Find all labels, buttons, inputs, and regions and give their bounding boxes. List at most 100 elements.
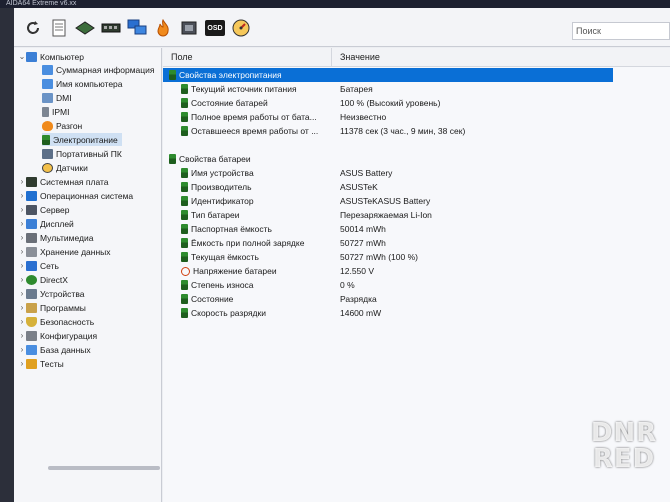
tree-item-display[interactable]: › Дисплей — [18, 217, 74, 230]
table-row[interactable]: Оставшееся время работы от ... 11378 сек… — [163, 124, 670, 138]
tree-item-configuration[interactable]: › Конфигурация — [18, 329, 97, 342]
devices-icon — [26, 288, 37, 299]
tree-item-database[interactable]: › База данных — [18, 343, 91, 356]
row-field: Степень износа — [191, 280, 254, 290]
row-field: Производитель — [191, 182, 252, 192]
tree-item-label: Конфигурация — [40, 330, 98, 341]
tree-item-power[interactable]: Электропитание — [42, 133, 122, 146]
gauge-icon[interactable] — [230, 17, 252, 39]
row-value: 11378 сек (3 час., 9 мин, 38 сек) — [340, 126, 466, 136]
tree-item-label: Дисплей — [40, 218, 74, 229]
flame-icon — [42, 120, 53, 131]
tree-item-network[interactable]: › Сеть — [18, 259, 59, 272]
tree-item-label: Операционная система — [40, 190, 134, 201]
tree-item-ipmi[interactable]: IPMI — [42, 105, 69, 118]
table-row[interactable]: Имя устройства ASUS Battery — [163, 166, 670, 180]
tree-item-label: База данных — [40, 344, 91, 355]
table-row[interactable]: Ёмкость при полной зарядке 50727 mWh — [163, 236, 670, 250]
chevron-right-icon[interactable]: › — [18, 331, 26, 340]
section-header-power[interactable]: Свойства электропитания — [163, 68, 613, 82]
row-value: 14600 mW — [340, 308, 382, 318]
plug-icon — [181, 196, 188, 206]
motherboard-icon[interactable] — [74, 17, 96, 39]
chevron-right-icon[interactable]: › — [18, 345, 26, 354]
chevron-right-icon[interactable]: › — [18, 289, 26, 298]
tree-item-label: DMI — [56, 92, 72, 103]
table-row[interactable]: Напряжение батареи 12.550 V — [163, 264, 670, 278]
chip-icon[interactable] — [178, 17, 200, 39]
tree-item-multimedia[interactable]: › Мультимедиа — [18, 231, 93, 244]
chevron-right-icon[interactable]: › — [18, 261, 26, 270]
chevron-right-icon[interactable]: › — [18, 233, 26, 242]
tree-item-overclock[interactable]: Разгон — [42, 119, 82, 132]
osd-icon[interactable]: OSD — [204, 17, 226, 39]
tree-item-server[interactable]: › Сервер — [18, 203, 69, 216]
chevron-right-icon[interactable]: › — [18, 205, 26, 214]
tree-item-directx[interactable]: › DirectX — [18, 273, 68, 286]
row-value: 50727 mWh (100 %) — [340, 252, 418, 262]
section-header-battery[interactable]: Свойства батареи — [163, 152, 670, 166]
chevron-right-icon[interactable]: › — [18, 177, 26, 186]
tree-item-label: Портативный ПК — [56, 148, 122, 159]
row-field: Тип батареи — [191, 210, 240, 220]
computer-icon — [26, 51, 37, 62]
table-row[interactable]: Идентификатор ASUSTeKASUS Battery — [163, 194, 670, 208]
tree-item-label: Компьютер — [40, 51, 84, 62]
row-field: Скорость разрядки — [191, 308, 266, 318]
row-field: Напряжение батареи — [193, 266, 277, 276]
chevron-down-icon[interactable]: ⌄ — [18, 52, 26, 61]
tree-item-portable[interactable]: Портативный ПК — [42, 147, 122, 160]
tree-item-os[interactable]: › Операционная система — [18, 189, 133, 202]
row-field: Ёмкость при полной зарядке — [191, 238, 305, 248]
tree-item-tests[interactable]: › Тесты — [18, 357, 64, 370]
table-row[interactable]: Производитель ASUSTeK — [163, 180, 670, 194]
network-icon[interactable] — [126, 17, 148, 39]
table-row[interactable]: Состояние Разрядка — [163, 292, 670, 306]
column-value[interactable]: Значение — [340, 52, 380, 62]
chevron-right-icon[interactable]: › — [18, 219, 26, 228]
flame-icon[interactable] — [152, 17, 174, 39]
tree-item-motherboard[interactable]: › Системная плата — [18, 175, 109, 188]
table-row[interactable]: Состояние батарей 100 % (Высокий уровень… — [163, 96, 670, 110]
chevron-right-icon[interactable]: › — [18, 191, 26, 200]
chevron-right-icon[interactable]: › — [18, 303, 26, 312]
column-field[interactable]: Поле — [171, 52, 193, 62]
tree-item-security[interactable]: › Безопасность — [18, 315, 94, 328]
refresh-icon[interactable] — [22, 17, 44, 39]
tree-item-sensors[interactable]: Датчики — [42, 161, 88, 174]
plug-icon — [42, 134, 50, 145]
horizontal-scrollbar[interactable] — [48, 466, 160, 470]
column-divider[interactable] — [331, 48, 332, 66]
tree-item-programs[interactable]: › Программы — [18, 301, 86, 314]
row-value: Батарея — [340, 84, 373, 94]
table-row[interactable]: Полное время работы от бата... Неизвестн… — [163, 110, 670, 124]
chevron-right-icon[interactable]: › — [18, 359, 26, 368]
report-icon[interactable] — [48, 17, 70, 39]
tree-item-label: Хранение данных — [40, 246, 111, 257]
row-value: ASUS Battery — [340, 168, 393, 178]
table-row[interactable]: Скорость разрядки 14600 mW — [163, 306, 670, 320]
memory-icon[interactable] — [100, 17, 122, 39]
chevron-right-icon[interactable]: › — [18, 275, 26, 284]
tree-item-devices[interactable]: › Устройства — [18, 287, 84, 300]
chevron-right-icon[interactable]: › — [18, 317, 26, 326]
chevron-right-icon[interactable]: › — [18, 247, 26, 256]
table-row[interactable]: Текущий источник питания Батарея — [163, 82, 670, 96]
tree-item-computer[interactable]: ⌄ Компьютер — [18, 50, 84, 63]
tree-item-summary[interactable]: Суммарная информация — [42, 63, 155, 76]
tree-item-label: DirectX — [40, 274, 68, 285]
tree-item-storage[interactable]: › Хранение данных — [18, 245, 111, 258]
row-field: Оставшееся время работы от ... — [191, 126, 319, 136]
table-row[interactable]: Паспортная ёмкость 50014 mWh — [163, 222, 670, 236]
search-input[interactable]: Поиск — [572, 22, 670, 40]
tree-item-computer-name[interactable]: Имя компьютера — [42, 77, 123, 90]
table-row[interactable]: Тип батареи Перезаряжаемая Li-Ion — [163, 208, 670, 222]
table-row[interactable]: Степень износа 0 % — [163, 278, 670, 292]
watermark-line-1: DNR — [590, 418, 658, 448]
tree-item-label: Программы — [40, 302, 86, 313]
tree-item-label: IPMI — [52, 106, 70, 117]
table-row[interactable]: Текущая ёмкость 50727 mWh (100 %) — [163, 250, 670, 264]
config-icon — [26, 330, 37, 341]
tree-item-dmi[interactable]: DMI — [42, 91, 72, 104]
row-value: ASUSTeKASUS Battery — [340, 196, 431, 206]
